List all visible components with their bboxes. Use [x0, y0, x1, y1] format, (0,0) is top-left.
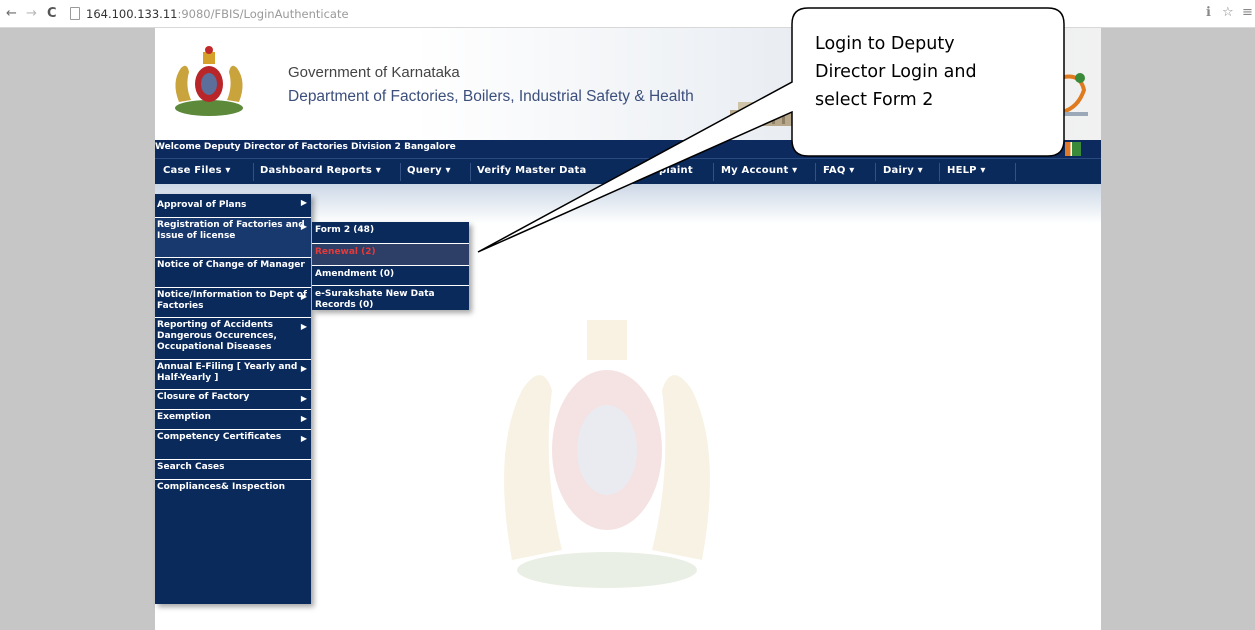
- page-icon: [70, 7, 80, 20]
- flag-icon: [1065, 142, 1081, 156]
- menu-item-search-cases[interactable]: Search Cases: [155, 460, 311, 480]
- registration-submenu: Form 2 (48) Renewal (2) Amendment (0) e-…: [312, 222, 469, 310]
- department-title: Department of Factories, Boilers, Indust…: [288, 88, 694, 105]
- submenu-arrow-icon: ▶: [300, 434, 307, 443]
- address-bar[interactable]: 164.100.133.11:9080/FBIS/LoginAuthentica…: [86, 6, 349, 22]
- menu-item-notice-of-change-of-manager[interactable]: Notice of Change of Manager: [155, 258, 311, 288]
- callout-line: Director Login and: [815, 62, 977, 82]
- menu-query[interactable]: Query ▾: [407, 165, 451, 176]
- site-content: Government of Karnataka Department of Fa…: [155, 28, 1101, 630]
- menu-case-files[interactable]: Case Files ▾: [163, 165, 231, 176]
- submenu-item-form-2[interactable]: Form 2 (48): [312, 222, 469, 244]
- menu-complaint[interactable]: plaint: [659, 165, 693, 176]
- government-title: Government of Karnataka: [288, 64, 460, 81]
- main-menu: Case Files ▾ Dashboard Reports ▾ Query ▾…: [155, 158, 1101, 184]
- menu-my-account[interactable]: My Account ▾: [721, 165, 797, 176]
- menu-icon[interactable]: ≡: [1242, 5, 1253, 21]
- menu-dashboard-reports[interactable]: Dashboard Reports ▾: [260, 165, 381, 176]
- submenu-arrow-icon: ▶: [300, 414, 307, 423]
- karnataka-emblem-icon: [175, 46, 243, 116]
- welcome-text: Welcome Deputy Director of Factories Div…: [155, 142, 456, 152]
- submenu-arrow-icon: ▶: [300, 198, 307, 207]
- menu-item-registration-of-factories[interactable]: Registration of Factories and Issue of l…: [155, 218, 311, 258]
- menu-help[interactable]: HELP ▾: [947, 165, 986, 176]
- welcome-bar: Welcome Deputy Director of Factories Div…: [155, 140, 1101, 158]
- url-path: :9080/FBIS/LoginAuthenticate: [177, 7, 349, 21]
- callout-text: Login to Deputy Director Login and selec…: [815, 30, 1055, 114]
- menu-item-approval-of-plans[interactable]: Approval of Plans ▶: [155, 194, 311, 218]
- submenu-item-amendment[interactable]: Amendment (0): [312, 266, 469, 286]
- submenu-arrow-icon: ▶: [300, 292, 307, 301]
- submenu-arrow-icon: ▶: [300, 394, 307, 403]
- menu-item-reporting-of-accidents[interactable]: Reporting of Accidents Dangerous Occuren…: [155, 318, 311, 360]
- submenu-item-e-surakshate[interactable]: e-Surakshate New Data Records (0): [312, 286, 469, 310]
- menu-item-competency-certificates[interactable]: Competency Certificates ▶: [155, 430, 311, 460]
- page-viewport: Government of Karnataka Department of Fa…: [0, 28, 1255, 630]
- menu-faq[interactable]: FAQ ▾: [823, 165, 854, 176]
- callout-line: select Form 2: [815, 90, 934, 110]
- case-files-dropdown: Approval of Plans ▶ Registration of Facto…: [155, 194, 311, 604]
- menu-item-annual-e-filing[interactable]: Annual E-Filing [ Yearly and Half-Yearly…: [155, 360, 311, 390]
- callout-line: Login to Deputy: [815, 34, 955, 54]
- menu-verify-master-data[interactable]: Verify Master Data: [477, 165, 587, 176]
- star-icon[interactable]: ☆: [1222, 5, 1234, 21]
- reload-icon[interactable]: C: [47, 5, 57, 23]
- submenu-arrow-icon: ▶: [300, 322, 307, 331]
- info-icon[interactable]: ℹ: [1206, 5, 1211, 21]
- submenu-item-renewal[interactable]: Renewal (2): [312, 244, 469, 266]
- submenu-arrow-icon: ▶: [300, 222, 307, 231]
- url-host: 164.100.133.11: [86, 7, 178, 21]
- emblem-watermark-icon: [504, 320, 710, 588]
- department-logo-icon: [1054, 73, 1088, 116]
- menu-item-closure-of-factory[interactable]: Closure of Factory ▶: [155, 390, 311, 410]
- browser-toolbar: ← → C 164.100.133.11:9080/FBIS/LoginAuth…: [0, 0, 1255, 28]
- menu-item-notice-information-to-dept[interactable]: Notice/Information to Dept of Factories ▶: [155, 288, 311, 318]
- menu-item-exemption[interactable]: Exemption ▶: [155, 410, 311, 430]
- menu-item-compliances-inspection[interactable]: Compliances& Inspection: [155, 480, 311, 510]
- back-arrow-icon[interactable]: ←: [6, 5, 17, 23]
- menu-dairy[interactable]: Dairy ▾: [883, 165, 923, 176]
- forward-arrow-icon[interactable]: →: [26, 5, 37, 23]
- submenu-arrow-icon: ▶: [300, 364, 307, 373]
